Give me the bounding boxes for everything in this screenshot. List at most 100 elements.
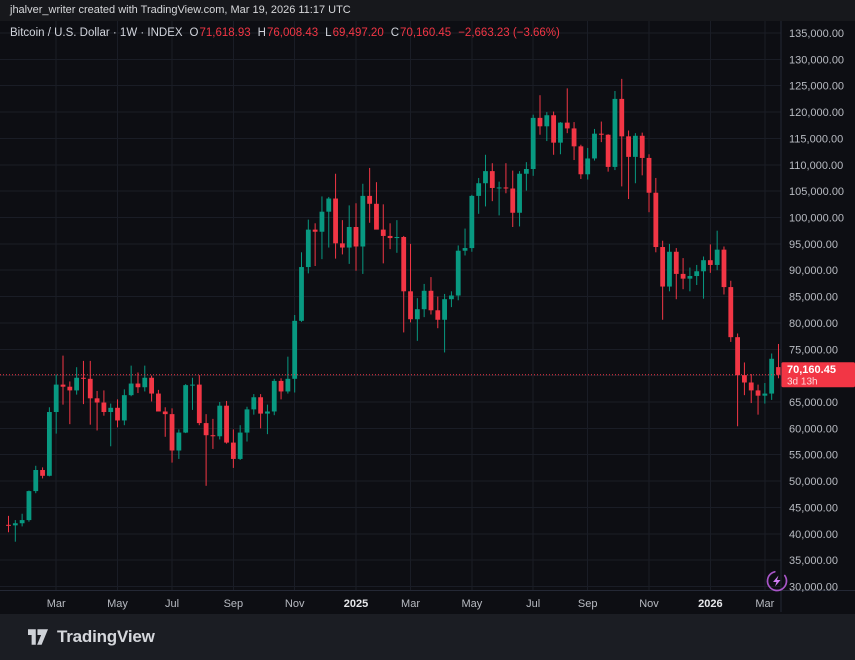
price-tick: 110,000.00 (789, 160, 843, 172)
candle (667, 251, 672, 287)
ohlc-value: 76,008.43 (266, 27, 319, 39)
price-tick: 65,000.00 (789, 397, 838, 409)
candle (483, 171, 488, 184)
price-tick: 115,000.00 (789, 133, 843, 145)
brand-name[interactable]: TradingView (57, 627, 155, 647)
candle (762, 393, 768, 396)
candle (673, 251, 679, 274)
candle (421, 290, 427, 310)
candle (449, 295, 454, 300)
time-tick: 2025 (344, 598, 368, 610)
time-tick: Nov (639, 598, 659, 610)
candle (469, 195, 475, 249)
candle (305, 229, 311, 268)
legend-ohlc: O71,618.93 H76,008.43 L69,497.20 C70,160.45 (183, 27, 452, 39)
candle (285, 378, 291, 392)
candle (176, 432, 182, 451)
candle (626, 136, 631, 157)
candle (605, 134, 611, 167)
candle (701, 260, 706, 272)
candle (74, 377, 80, 391)
time-tick: Sep (224, 598, 244, 610)
candle (237, 432, 243, 459)
candle (333, 198, 338, 244)
price-tick: 45,000.00 (789, 502, 838, 514)
price-tick: 60,000.00 (789, 423, 838, 435)
price-tick: 50,000.00 (789, 476, 838, 488)
candle (476, 183, 482, 196)
footer-bar: TradingView (0, 614, 855, 660)
candle (776, 367, 781, 375)
price-tick: 125,000.00 (789, 81, 844, 93)
candle (135, 383, 141, 388)
time-tick: 2026 (698, 598, 722, 610)
candle (183, 385, 189, 433)
candle (544, 115, 550, 127)
candle (510, 188, 516, 213)
candle (721, 249, 727, 288)
candle (442, 299, 447, 320)
candle (101, 402, 107, 413)
time-tick: Jul (526, 598, 540, 610)
candle (489, 171, 495, 188)
ohlc-value: 70,160.45 (400, 27, 452, 39)
bar-countdown: 3d 13h (787, 376, 818, 387)
candle (81, 377, 86, 379)
candle (149, 377, 154, 394)
ohlc-key: C (390, 27, 400, 39)
time-tick: May (107, 598, 128, 610)
symbol-title[interactable]: Bitcoin / U.S. Dollar · 1W · INDEX (10, 27, 183, 39)
candle (707, 260, 713, 265)
ohlc-key: H (257, 27, 266, 39)
price-tick: 105,000.00 (789, 186, 844, 198)
chart-legend[interactable]: Bitcoin / U.S. Dollar · 1W · INDEX O71,61… (10, 27, 560, 39)
candle (592, 133, 597, 159)
time-tick: Nov (285, 598, 305, 610)
candle (694, 271, 700, 277)
candle (40, 470, 45, 476)
candle (462, 248, 468, 251)
candle (217, 405, 223, 437)
candle (742, 375, 747, 383)
price-tick: 40,000.00 (789, 529, 838, 541)
candle (367, 195, 373, 204)
candle (598, 133, 604, 135)
candle (523, 169, 529, 174)
candle (26, 491, 32, 521)
candle (564, 122, 570, 129)
candle (128, 383, 134, 396)
candle (278, 380, 284, 392)
candle (346, 226, 352, 248)
price-tick: 35,000.00 (789, 555, 838, 567)
candle (455, 250, 461, 296)
candle (748, 382, 754, 391)
candle (230, 442, 236, 459)
candle (735, 337, 740, 376)
candle (612, 98, 618, 167)
tradingview-logo-icon[interactable] (28, 629, 48, 645)
candle (687, 276, 693, 279)
ohlc-value: 69,497.20 (332, 27, 384, 39)
candle (339, 243, 345, 248)
candle (503, 187, 509, 189)
price-tick: 75,000.00 (789, 344, 838, 356)
candle (33, 470, 39, 492)
candle (53, 384, 59, 413)
candle (517, 173, 522, 213)
candle (428, 290, 434, 311)
candle (653, 192, 659, 248)
candlestick-chart[interactable]: 135,000.00 130,000.00 125,000.00 120,000.00… (0, 0, 855, 614)
candle (394, 237, 400, 239)
candle (551, 115, 557, 143)
candle (265, 411, 270, 414)
candle (121, 395, 127, 421)
candle (619, 98, 625, 137)
time-tick: Mar (47, 598, 66, 610)
candle (755, 390, 761, 396)
candle (374, 203, 379, 230)
price-tick: 100,000.00 (789, 213, 844, 225)
candle (292, 320, 298, 379)
candle (537, 117, 543, 127)
price-tick: 135,000.00 (789, 28, 844, 40)
candle (680, 273, 686, 279)
